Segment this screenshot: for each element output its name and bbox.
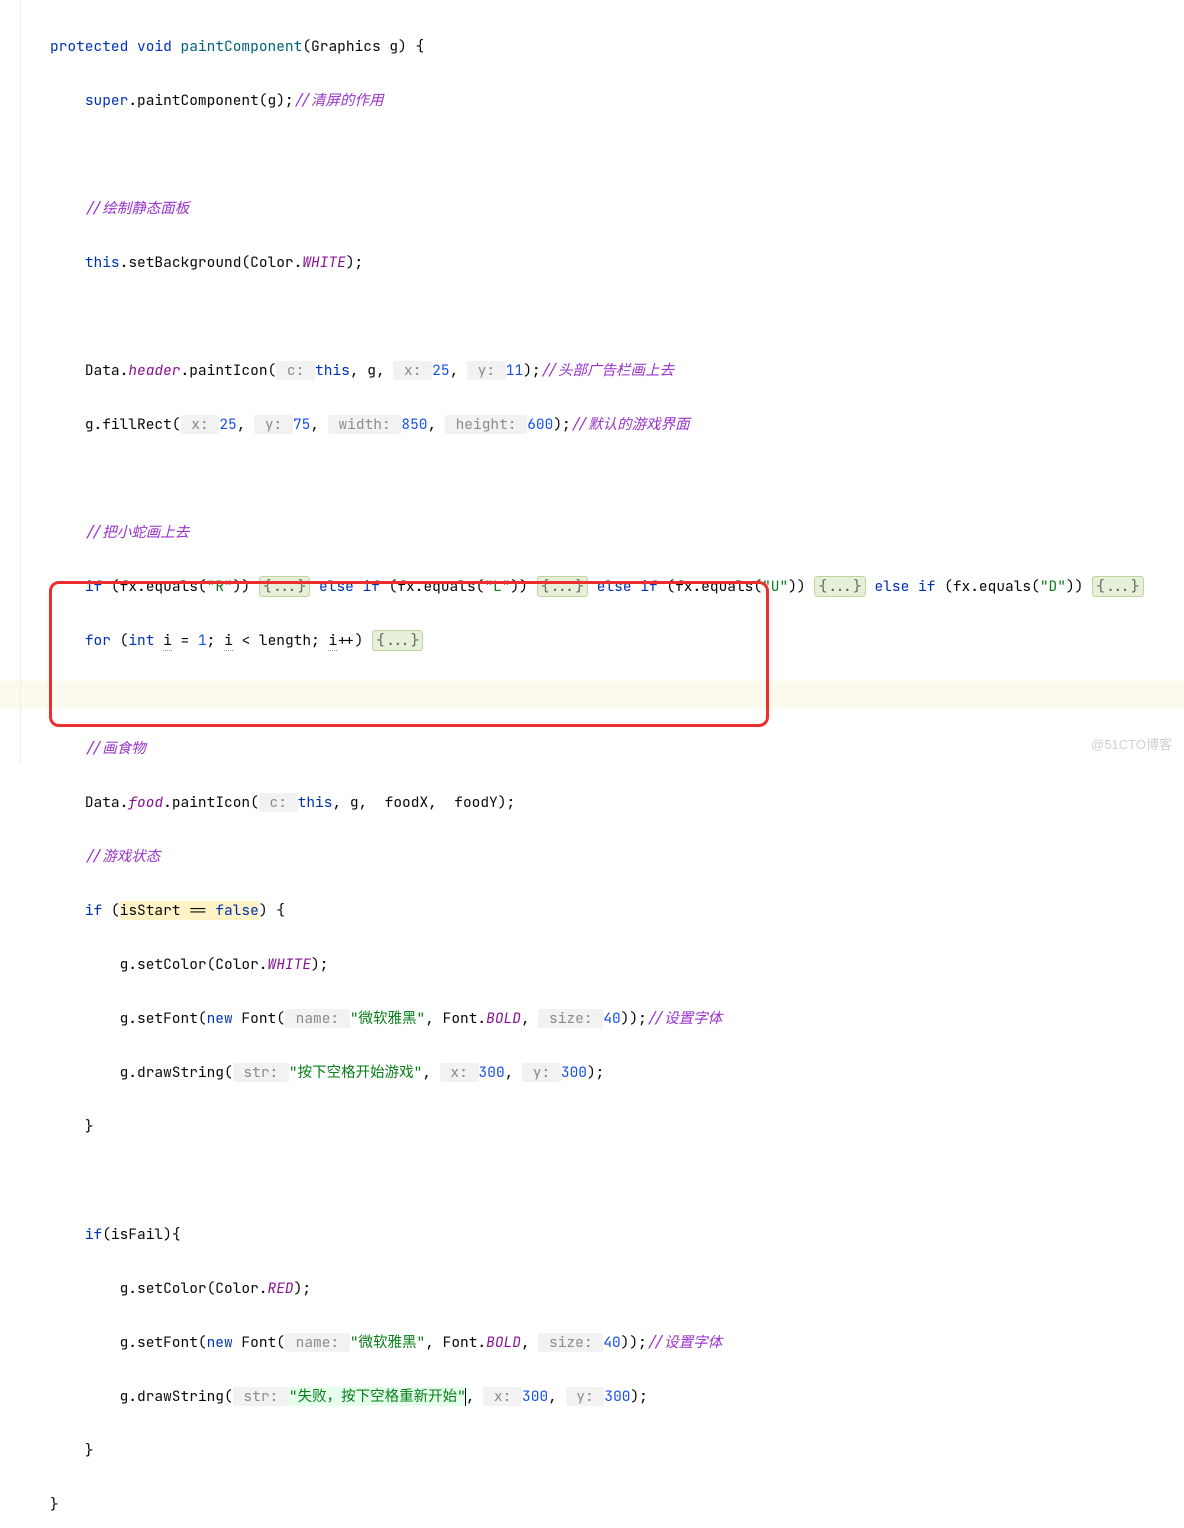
method-name: paintComponent [181,37,303,56]
comment: //头部广告栏画上去 [541,361,674,380]
param-hint: y: [522,1063,561,1082]
code-editor[interactable]: protected void paintComponent(Graphics g… [0,0,1184,1528]
param-hint: name: [285,1333,350,1352]
code-line[interactable]: if (fx.equals("R")) {...} else if (fx.eq… [50,573,1184,600]
code-line[interactable]: } [50,1491,1184,1518]
comment: //默认的游戏界面 [571,415,690,434]
comment: //设置字体 [647,1009,722,1028]
code-line[interactable]: //把小蛇画上去 [50,519,1184,546]
code-line[interactable]: g.fillRect( x: 25, y: 75, width: 850, he… [50,411,1184,438]
code-line[interactable]: Data.header.paintIcon( c: this, g, x: 25… [50,357,1184,384]
fold-marker[interactable]: {...} [1092,576,1144,597]
param-hint: c: [276,361,315,380]
param-hint: y: [467,361,506,380]
param-hint: x: [440,1063,479,1082]
code-line[interactable] [50,465,1184,492]
code-line[interactable] [50,141,1184,168]
code-line[interactable]: if(isFail){ [50,1221,1184,1248]
code-line[interactable]: g.setFont(new Font( name: "微软雅黑", Font.B… [50,1005,1184,1032]
code-line[interactable]: protected void paintComponent(Graphics g… [50,33,1184,60]
code-line[interactable]: this.setBackground(Color.WHITE); [50,249,1184,276]
comment: //绘制静态面板 [85,199,189,218]
code-line[interactable]: } [50,1113,1184,1140]
param-hint: y: [254,415,293,434]
code-line[interactable]: //画食物 [50,735,1184,762]
comment: //把小蛇画上去 [85,523,189,542]
comment: //画食物 [85,739,146,758]
code-line[interactable] [50,1167,1184,1194]
keyword: void [137,37,172,56]
param-hint: width: [328,415,402,434]
code-line[interactable] [50,303,1184,330]
fold-marker[interactable]: {...} [537,576,589,597]
code-line[interactable]: g.setFont(new Font( name: "微软雅黑", Font.B… [50,1329,1184,1356]
param-hint: height: [445,415,527,434]
keyword: protected [50,37,128,56]
param-hint: size: [538,1009,603,1028]
code-line[interactable]: //绘制静态面板 [50,195,1184,222]
code-line[interactable]: } [50,1437,1184,1464]
param-hint: x: [393,361,432,380]
comment: //设置字体 [647,1333,722,1352]
fold-marker[interactable]: {...} [372,630,424,651]
code-line[interactable]: g.drawString( str: "失败，按下空格重新开始", x: 300… [50,1383,1184,1410]
comment: //游戏状态 [85,847,160,866]
code-line[interactable]: if (isStart == false) { [50,897,1184,924]
watermark: @51CTO博客 [1091,731,1172,758]
code-line[interactable]: g.setColor(Color.WHITE); [50,951,1184,978]
param-hint: y: [566,1387,605,1406]
param-hint: str: [233,1063,289,1082]
param-hint: c: [259,793,298,812]
code-line[interactable] [50,681,1184,708]
param-hint: x: [483,1387,522,1406]
code-line[interactable]: super.paintComponent(g);//清屏的作用 [50,87,1184,114]
code-line[interactable]: Data.food.paintIcon( c: this, g, foodX, … [50,789,1184,816]
fold-marker[interactable]: {...} [814,576,866,597]
comment: //清屏的作用 [294,91,384,110]
fold-marker[interactable]: {...} [259,576,311,597]
code-line[interactable]: g.setColor(Color.RED); [50,1275,1184,1302]
gutter [0,0,21,764]
code-line[interactable]: g.drawString( str: "按下空格开始游戏", x: 300, y… [50,1059,1184,1086]
code-line[interactable]: for (int i = 1; i < length; i++) {...} [50,627,1184,654]
code-line[interactable]: //游戏状态 [50,843,1184,870]
param-hint: x: [181,415,220,434]
param-hint: size: [538,1333,603,1352]
param-hint: name: [285,1009,350,1028]
param-hint: str: [233,1387,289,1406]
